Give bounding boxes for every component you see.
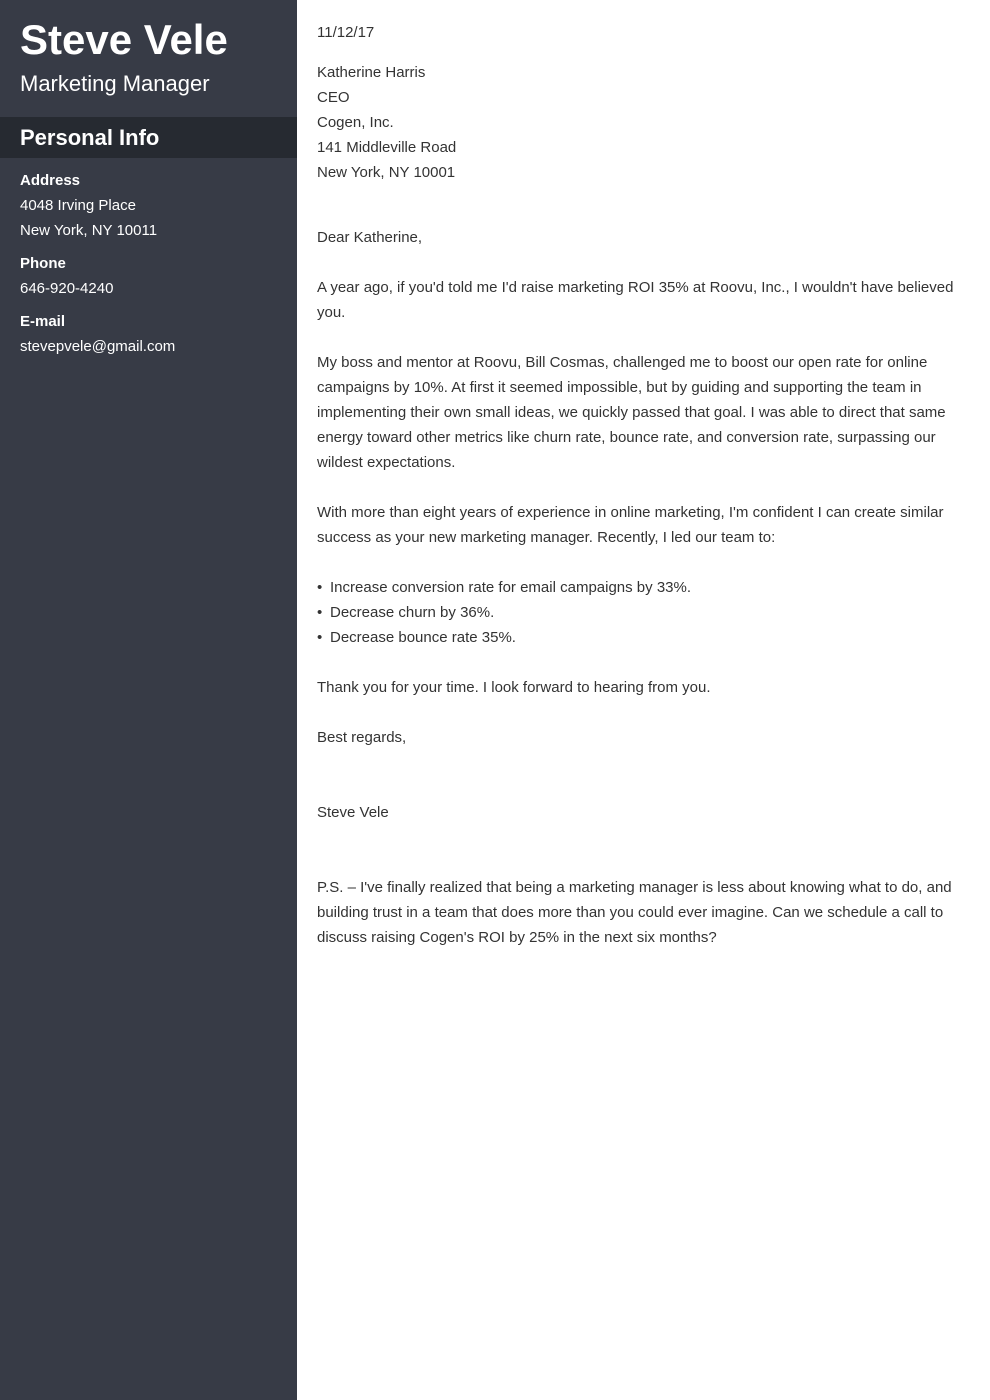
recipient-title: CEO [317,89,350,106]
list-item-text: Increase conversion rate for email campa… [330,579,692,596]
recipient-city: New York, NY 10001 [317,164,456,181]
bullet-icon: • [317,604,323,621]
recipient-street: 141 Middleville Road [317,139,457,156]
bullet-icon: • [317,629,323,646]
applicant-job-title: Marketing Manager [20,71,210,96]
letter-date: 11/12/17 [317,24,375,41]
list-item-text: Decrease bounce rate 35%. [330,629,516,646]
list-item: • Increase conversion rate for email cam… [317,575,967,600]
closing: Best regards, [317,729,407,746]
paragraph-experience: With more than eight years of experience… [317,504,944,546]
address-label: Address [20,172,81,189]
paragraph-intro: A year ago, if you'd told me I'd raise m… [317,279,954,321]
phone-label: Phone [20,255,66,272]
phone-value: 646-920-4240 [20,280,114,297]
applicant-name: Steve Vele [20,16,228,63]
address-line-2: New York, NY 10011 [20,222,158,239]
paragraph-story: My boss and mentor at Roovu, Bill Cosmas… [317,354,946,471]
email-label: E-mail [20,313,66,330]
email-group: E-mail stevepvele@gmail.com [20,309,280,359]
postscript: P.S. – I've finally realized that being … [317,879,952,946]
email-value: stevepvele@gmail.com [20,338,176,355]
recipient-company: Cogen, Inc. [317,114,394,131]
salutation: Dear Katherine, [317,229,423,246]
thanks-line: Thank you for your time. I look forward … [317,679,711,696]
list-item-text: Decrease churn by 36%. [330,604,495,621]
recipient-block: Katherine Harris CEO Cogen, Inc. 141 Mid… [317,60,967,185]
address-group: Address 4048 Irving Place New York, NY 1… [20,168,280,243]
cover-letter-body: 11/12/17 Katherine Harris CEO Cogen, Inc… [317,20,967,975]
recipient-name: Katherine Harris [317,64,426,81]
achievements-list: • Increase conversion rate for email cam… [317,575,967,650]
list-item: • Decrease bounce rate 35%. [317,625,967,650]
bullet-icon: • [317,579,323,596]
list-item: • Decrease churn by 36%. [317,600,967,625]
personal-info-header: Personal Info [0,117,297,158]
section-title: Personal Info [20,125,160,150]
personal-info: Address 4048 Irving Place New York, NY 1… [20,168,280,367]
sidebar: Steve Vele Marketing Manager Personal In… [0,0,297,1400]
address-line-1: 4048 Irving Place [20,197,136,214]
signature: Steve Vele [317,804,389,821]
phone-group: Phone 646-920-4240 [20,251,280,301]
